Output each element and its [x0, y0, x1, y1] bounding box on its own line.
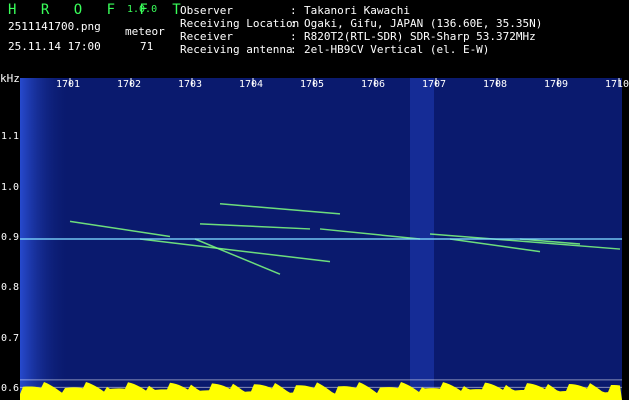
info-label: Receiving Location — [180, 17, 300, 30]
info-row-observer: Observer : Takanori Kawachi — [180, 4, 542, 17]
file-name: 2511141700.png — [8, 20, 101, 33]
info-value: R820T2(RTL-SDR) SDR-Sharp 53.372MHz — [304, 30, 536, 43]
info-row-location: Receiving Location : Ogaki, Gifu, JAPAN … — [180, 17, 542, 30]
info-label: Observer — [180, 4, 233, 17]
y-tick-label: 1.1 — [1, 131, 20, 143]
y-tick-label: 0.7 — [1, 332, 20, 344]
info-value: Takanori Kawachi — [304, 4, 410, 17]
info-row-receiver: Receiver : R820T2(RTL-SDR) SDR-Sharp 53.… — [180, 30, 542, 43]
x-tick-label: 1706 — [361, 79, 386, 90]
x-tick-label: 1701 — [56, 79, 81, 90]
meteor-count: 71 — [140, 40, 154, 53]
x-tick-label: 1709 — [544, 79, 569, 90]
spectrogram — [20, 78, 622, 400]
app-version: 1.0.0 — [127, 4, 158, 15]
meteor-label: meteor — [125, 25, 165, 38]
y-axis-unit: kHz — [0, 72, 20, 85]
y-tick-label: 0.9 — [1, 232, 20, 243]
info-separator: : — [290, 43, 297, 56]
info-value: Ogaki, Gifu, JAPAN (136.60E, 35.35N) — [304, 17, 543, 30]
info-separator: : — [290, 30, 297, 43]
x-tick-label: 1710 — [605, 79, 629, 90]
station-info: Observer : Takanori Kawachi Receiving Lo… — [180, 4, 542, 56]
date-time: 25.11.14 17:00 — [8, 40, 101, 53]
info-value: 2el-HB9CV Vertical (el. E-W) — [304, 43, 490, 56]
info-label: Receiving antenna — [180, 43, 293, 56]
x-tick-label: 1702 — [117, 79, 142, 90]
y-tick-label: 1.0 — [1, 181, 20, 193]
y-tick-label: 0.8 — [1, 282, 20, 294]
info-separator: : — [290, 17, 297, 30]
y-tick-label: 0.6 — [1, 382, 20, 394]
info-label: Receiver — [180, 30, 233, 43]
app-title: H R O F F T — [8, 2, 189, 18]
x-tick-label: 1708 — [483, 79, 508, 90]
info-row-antenna: Receiving antenna : 2el-HB9CV Vertical (… — [180, 43, 542, 56]
x-tick-label: 1704 — [239, 79, 264, 90]
x-tick-label: 1707 — [422, 79, 447, 90]
info-separator: : — [290, 4, 297, 17]
x-tick-label: 1705 — [300, 79, 325, 90]
x-tick-label: 1703 — [178, 79, 203, 90]
